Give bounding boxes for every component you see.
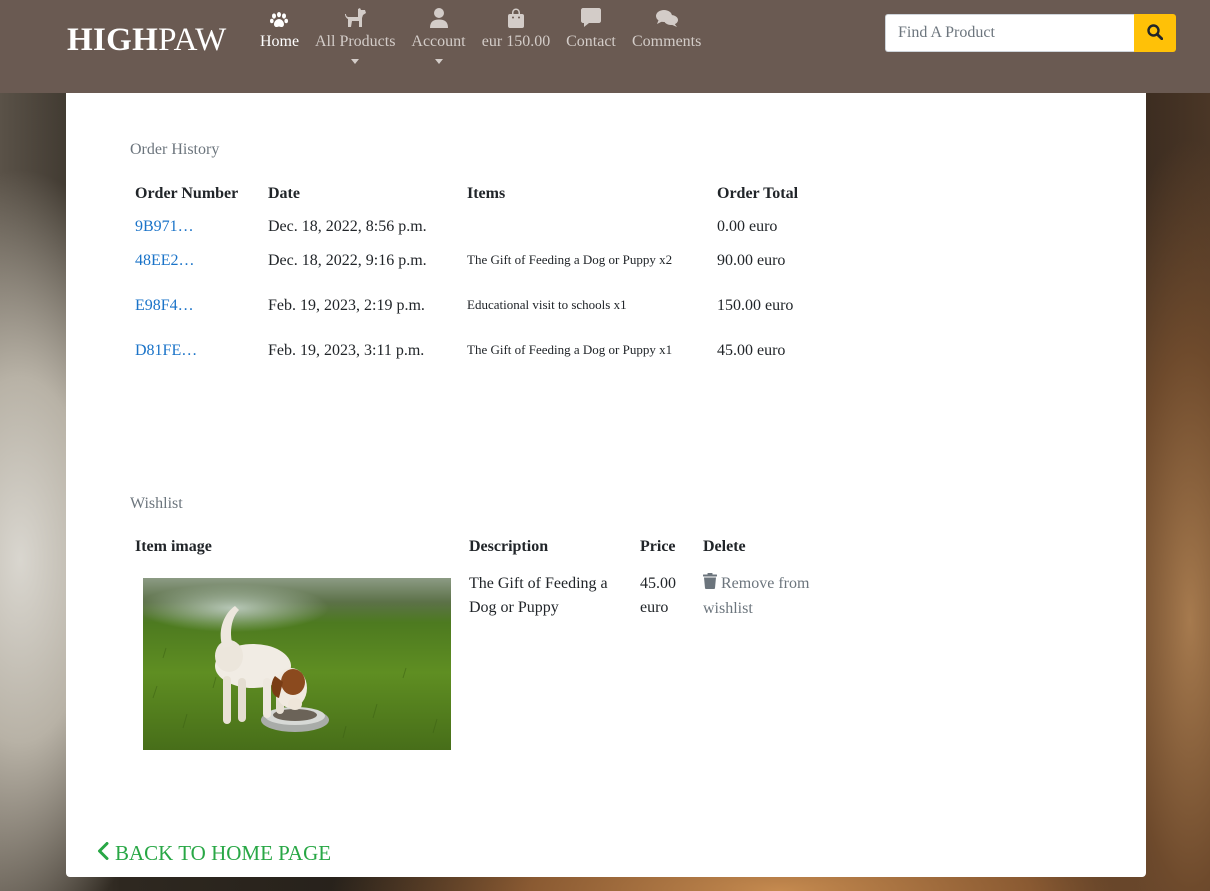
order-history-table: Order Number Date Items Order Total 9B97… xyxy=(130,185,832,387)
order-total: 0.00 euro xyxy=(717,218,778,235)
order-items: The Gift of Feeding a Dog or Puppy x1 xyxy=(467,342,673,357)
product-image[interactable] xyxy=(143,578,451,750)
description-header: Description xyxy=(469,538,549,555)
order-total-header: Order Total xyxy=(717,185,799,202)
wishlist-price: 45.00 euro xyxy=(640,575,676,616)
order-date: Dec. 18, 2022, 8:56 p.m. xyxy=(268,218,427,235)
date-header: Date xyxy=(268,185,300,202)
chevron-left-icon xyxy=(97,841,109,866)
table-row: 9B971… Dec. 18, 2022, 8:56 p.m. 0.00 eur… xyxy=(130,218,832,252)
paw-icon xyxy=(260,6,298,28)
nav-contact[interactable]: Contact xyxy=(566,6,616,51)
nav-bag[interactable]: eur 150.00 xyxy=(481,6,551,51)
dog-icon xyxy=(315,6,395,28)
nav-all-products-label: All Products xyxy=(315,33,396,50)
nav-comments[interactable]: Comments xyxy=(632,6,701,51)
table-row: The Gift of Feeding a Dog or Puppy 45.00… xyxy=(130,572,828,750)
order-number-header: Order Number xyxy=(135,185,239,202)
trash-icon xyxy=(703,573,717,597)
nav-home-label: Home xyxy=(260,33,300,50)
delete-header: Delete xyxy=(703,538,746,555)
order-total: 90.00 euro xyxy=(717,252,786,269)
order-total: 150.00 euro xyxy=(717,297,794,314)
message-icon xyxy=(566,6,616,28)
search-form xyxy=(885,14,1176,52)
nav-bag-total: eur 150.00 xyxy=(481,33,551,50)
shopping-bag-icon xyxy=(481,6,551,28)
wishlist-title: Wishlist xyxy=(130,495,183,512)
order-date: Feb. 19, 2023, 2:19 p.m. xyxy=(268,297,425,314)
wishlist-description: The Gift of Feeding a Dog or Puppy xyxy=(469,575,608,616)
nav-account[interactable]: Account xyxy=(411,6,466,64)
chevron-down-icon xyxy=(351,59,359,64)
nav-account-label: Account xyxy=(411,33,466,50)
table-row: D81FE… Feb. 19, 2023, 3:11 p.m. The Gift… xyxy=(130,342,832,387)
back-to-home-label: BACK TO HOME PAGE xyxy=(115,841,332,865)
back-to-home-link[interactable]: BACK TO HOME PAGE xyxy=(97,841,331,866)
order-date: Feb. 19, 2023, 3:11 p.m. xyxy=(268,342,425,359)
nav-home[interactable]: Home xyxy=(260,6,300,51)
order-items: The Gift of Feeding a Dog or Puppy x2 xyxy=(467,252,673,267)
nav-all-products[interactable]: All Products xyxy=(315,6,395,64)
remove-from-wishlist-button[interactable]: Remove from wishlist xyxy=(703,573,810,617)
brand-part-2: PAW xyxy=(158,22,227,58)
items-header: Items xyxy=(467,185,506,202)
order-total: 45.00 euro xyxy=(717,342,786,359)
item-image-header: Item image xyxy=(135,538,212,555)
content-card: Order History Order Number Date Items Or… xyxy=(66,93,1146,877)
order-history-title: Order History xyxy=(130,141,220,158)
wishlist-table: Item image Description Price Delete The … xyxy=(130,538,828,750)
price-header: Price xyxy=(640,538,676,555)
search-button[interactable] xyxy=(1134,14,1176,52)
search-icon xyxy=(1147,23,1164,43)
navbar: HIGHPAW Home All Products Account eur 15… xyxy=(0,0,1210,93)
order-number-link[interactable]: E98F4… xyxy=(135,297,194,314)
search-input[interactable] xyxy=(885,14,1134,52)
table-row: 48EE2… Dec. 18, 2022, 9:16 p.m. The Gift… xyxy=(130,252,832,297)
chevron-down-icon xyxy=(434,59,443,64)
remove-from-wishlist-label: Remove from wishlist xyxy=(703,575,810,617)
order-items: Educational visit to schools x1 xyxy=(467,297,627,312)
nav-comments-label: Comments xyxy=(632,33,702,50)
nav-contact-label: Contact xyxy=(566,33,616,50)
table-row: E98F4… Feb. 19, 2023, 2:19 p.m. Educatio… xyxy=(130,297,832,342)
comments-icon xyxy=(632,6,701,28)
order-number-link[interactable]: 48EE2… xyxy=(135,252,195,269)
user-icon xyxy=(411,6,466,28)
brand-part-1: HIGH xyxy=(67,22,159,58)
brand-logo[interactable]: HIGHPAW xyxy=(67,22,227,59)
order-number-link[interactable]: 9B971… xyxy=(135,218,194,235)
order-items xyxy=(462,218,712,252)
order-date: Dec. 18, 2022, 9:16 p.m. xyxy=(268,252,427,269)
order-number-link[interactable]: D81FE… xyxy=(135,342,197,359)
